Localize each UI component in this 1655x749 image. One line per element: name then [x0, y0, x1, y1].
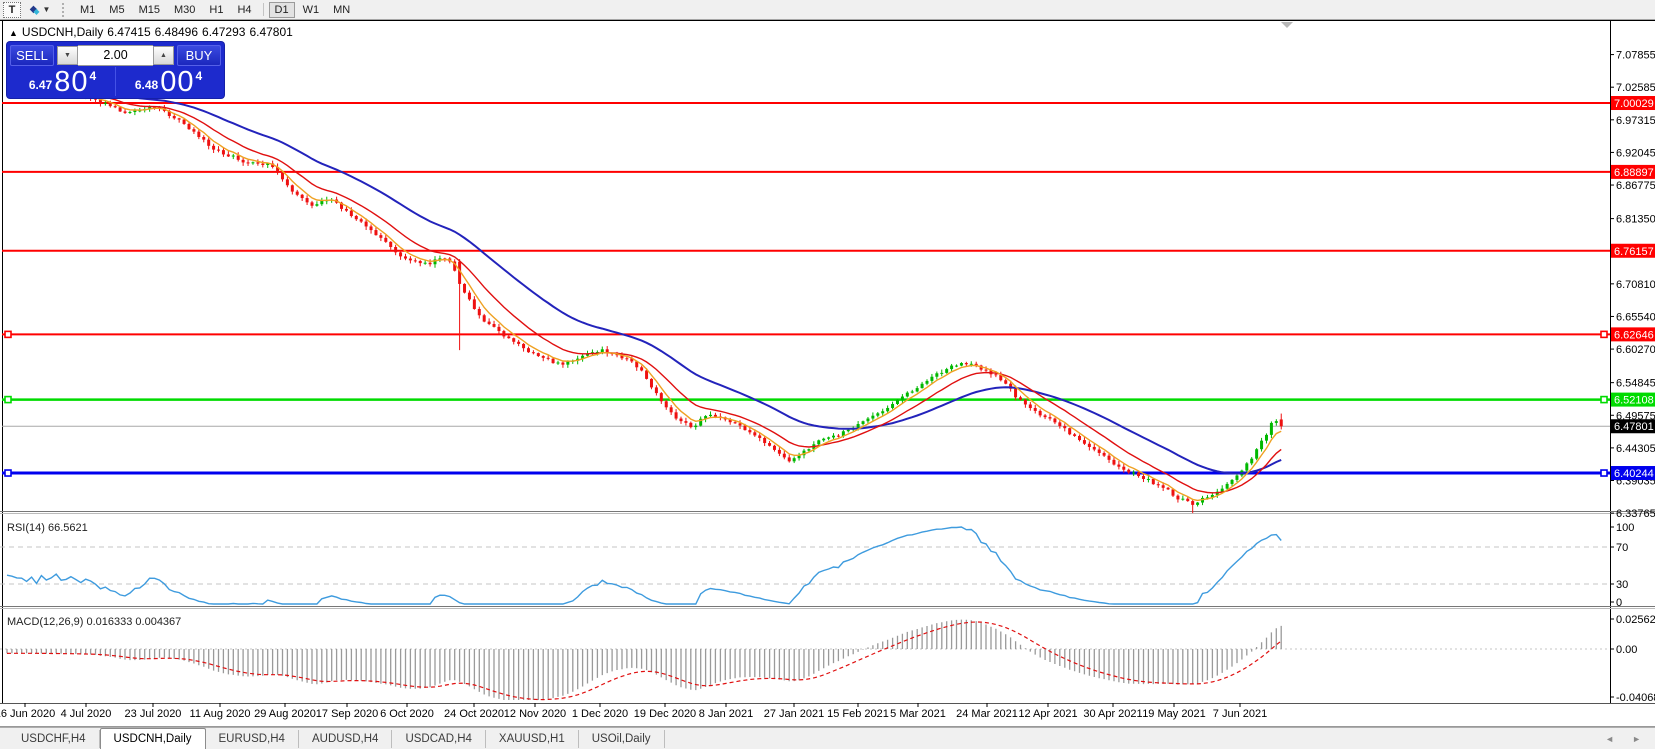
mt4-window: T ◆ ◆ ▼ M1 M5 M15 M30 H1 H4 D1 W1 MN ▲ USDCNH,Dai…: [0, 0, 1655, 749]
date-tick: 23 Jul 2020: [125, 708, 182, 720]
date-tick: 12 Apr 2021: [1018, 708, 1077, 720]
date-tick: 6 Oct 2020: [380, 708, 434, 720]
buy-price-prefix: 6.48: [134, 78, 159, 92]
price-tick: 6.97315: [1616, 115, 1655, 127]
price-chart[interactable]: RSI(14) 66.5621 MACD(12,26,9) 0.016333 0.…: [0, 0, 1655, 749]
rsi-tick: 30: [1616, 579, 1628, 591]
level-price-label: 6.40244: [1614, 468, 1654, 480]
price-tick: 7.02585: [1616, 82, 1655, 94]
chart-tab-xauusd[interactable]: XAUUSD,H1: [486, 730, 579, 748]
ohlc-high: 6.48496: [154, 25, 199, 39]
tabs-scroll-left-button[interactable]: ◄: [1605, 734, 1614, 744]
line-handle[interactable]: [4, 469, 12, 477]
date-tick: 24 Mar 2021: [956, 708, 1018, 720]
chart-tab-usdcad[interactable]: USDCAD,H4: [392, 730, 486, 748]
ohlc-low: 6.47293: [202, 25, 246, 39]
symbol-period: USDCNH,Daily: [21, 25, 104, 39]
chart-tab-eurusd[interactable]: EURUSD,H4: [206, 730, 299, 748]
macd-tick: 0.00: [1616, 644, 1637, 656]
chart-tab-usdchf[interactable]: USDCHF,H4: [8, 730, 100, 748]
one-click-trading-panel: SELL ▼ 2.00 ▲ BUY 6.47 80 4 6.48 00 4: [7, 42, 224, 98]
date-tick: 4 Jul 2020: [61, 708, 112, 720]
chart-background: [0, 20, 1655, 727]
sell-button[interactable]: SELL: [10, 45, 54, 66]
date-tick: 27 Jan 2021: [764, 708, 825, 720]
price-tick: 6.44305: [1616, 443, 1655, 455]
date-tick: 30 Apr 2021: [1083, 708, 1142, 720]
date-tick: 12 Nov 2020: [504, 708, 566, 720]
tabs-scroll-right-button[interactable]: ►: [1632, 734, 1641, 744]
volume-increase-button[interactable]: ▲: [153, 46, 174, 65]
date-tick: 7 Jun 2021: [1213, 708, 1267, 720]
sell-price-big: 80: [54, 66, 89, 98]
rsi-tick: 100: [1616, 522, 1634, 534]
price-tick: 6.54845: [1616, 378, 1655, 390]
volume-decrease-button[interactable]: ▼: [57, 46, 78, 65]
buy-button[interactable]: BUY: [177, 45, 221, 66]
line-handle[interactable]: [1600, 469, 1608, 477]
macd-tick: 0.025623: [1616, 614, 1655, 626]
date-tick: 15 Feb 2021: [827, 708, 889, 720]
level-price-label: 6.52108: [1614, 395, 1654, 407]
line-handle[interactable]: [4, 395, 12, 404]
date-tick: 17 Sep 2020: [316, 708, 378, 720]
sell-price[interactable]: 6.47 80 4: [10, 66, 116, 98]
price-tick: 6.92045: [1616, 147, 1655, 159]
rsi-label: RSI(14) 66.5621: [7, 522, 88, 534]
buy-price-big: 00: [160, 66, 195, 98]
line-handle[interactable]: [1600, 330, 1608, 339]
price-tick: 6.65540: [1616, 311, 1655, 323]
date-tick: 5 Mar 2021: [890, 708, 946, 720]
volume-input[interactable]: 2.00: [78, 45, 153, 66]
rsi-tick: 0: [1616, 597, 1622, 609]
rsi-tick: 70: [1616, 542, 1628, 554]
chart-tab-audusd[interactable]: AUDUSD,H4: [299, 730, 393, 748]
date-tick: 8 Jan 2021: [699, 708, 753, 720]
chart-tab-usdcnh[interactable]: USDCNH,Daily: [99, 727, 206, 749]
chart-title: ▲ USDCNH,Daily 6.47415 6.48496 6.47293 6.4780…: [9, 25, 297, 39]
price-tick: 6.86775: [1616, 180, 1655, 192]
buy-price[interactable]: 6.48 00 4: [116, 66, 221, 98]
ohlc-close: 6.47801: [249, 25, 293, 39]
price-tick: 6.60270: [1616, 344, 1655, 356]
sell-price-prefix: 6.47: [28, 78, 53, 92]
current-price-label: 6.47801: [1614, 421, 1654, 433]
macd-tick: -0.040687: [1616, 692, 1655, 704]
level-price-label: 6.76157: [1614, 246, 1654, 258]
date-tick: 11 Aug 2020: [190, 708, 251, 720]
sell-price-pip: 4: [89, 69, 97, 83]
price-tick: 7.07855: [1616, 50, 1655, 62]
macd-label: MACD(12,26,9) 0.016333 0.004367: [7, 616, 181, 628]
level-price-label: 6.88897: [1614, 167, 1654, 179]
date-tick: 16 Jun 2020: [0, 708, 55, 720]
line-handle[interactable]: [4, 330, 12, 339]
buy-price-pip: 4: [195, 69, 203, 83]
chart-tab-bar: USDCHF,H4 USDCNH,Daily EURUSD,H4 AUDUSD,H4 U…: [0, 727, 1655, 749]
level-price-label: 7.00029: [1614, 98, 1654, 110]
level-price-label: 6.62646: [1614, 329, 1654, 341]
chart-tab-usoil[interactable]: USOil,Daily: [579, 730, 665, 748]
date-tick: 1 Dec 2020: [572, 708, 628, 720]
date-tick: 24 Oct 2020: [444, 708, 504, 720]
ohlc-open: 6.47415: [107, 25, 151, 39]
date-tick: 19 May 2021: [1142, 708, 1206, 720]
collapse-arrow-icon[interactable]: ▲: [9, 28, 18, 38]
price-tick: 6.33765: [1616, 508, 1655, 520]
line-handle[interactable]: [1600, 395, 1608, 404]
price-tick: 6.70810: [1616, 279, 1655, 291]
price-tick: 6.81350: [1616, 214, 1655, 226]
date-tick: 19 Dec 2020: [634, 708, 696, 720]
date-tick: 29 Aug 2020: [254, 708, 316, 720]
